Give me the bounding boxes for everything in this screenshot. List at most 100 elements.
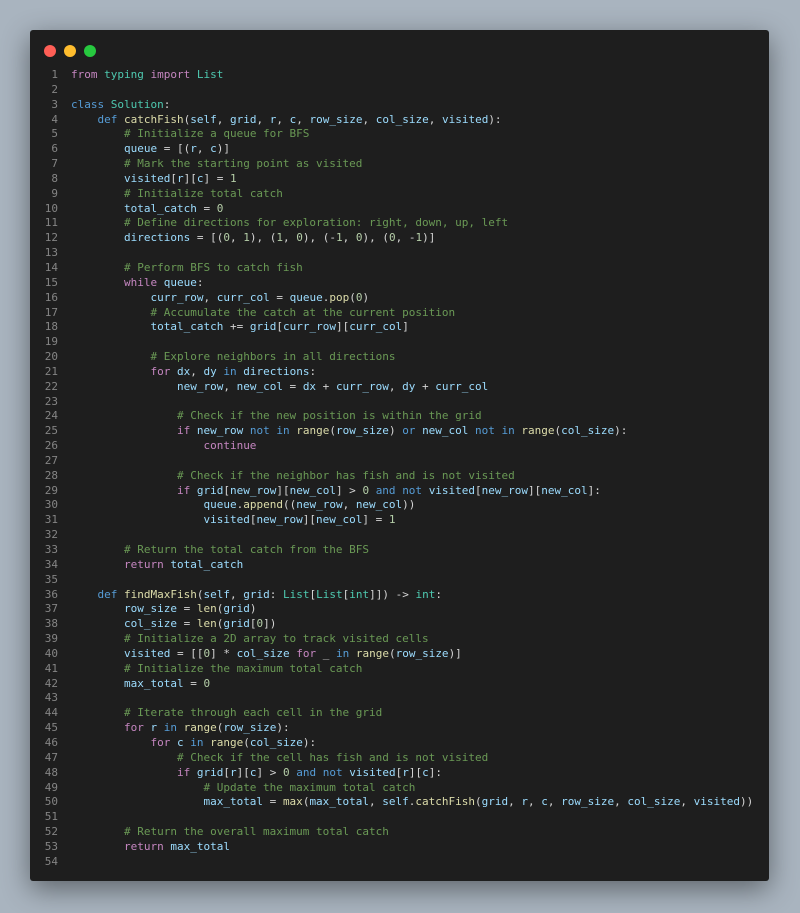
function-token: pop	[329, 290, 350, 304]
keyword-token: for	[150, 364, 171, 378]
punctuation-token	[71, 513, 203, 526]
punctuation-token: ):	[488, 112, 502, 126]
identifier-token: grid	[243, 587, 270, 601]
punctuation-token: ,	[528, 795, 542, 809]
line-number: 30	[44, 498, 58, 512]
line-source: # Update the maximum total catch	[71, 781, 415, 796]
line-source: col_size = len(grid[0])	[71, 617, 276, 632]
minimize-window-button[interactable]	[64, 45, 76, 57]
line-source: continue	[71, 439, 256, 454]
line-number: 3	[51, 97, 58, 111]
punctuation-token: :	[309, 364, 317, 378]
line-source: return total_catch	[71, 558, 243, 573]
identifier-token: new_col	[541, 483, 588, 497]
identifier-token: row_size	[395, 646, 449, 660]
comment-token: # Check if the neighbor has fish and is …	[176, 468, 515, 482]
code-editor[interactable]: 1 from typing import List 2 3 class Solution…	[30, 68, 769, 870]
code-line: 20 # Explore neighbors in all directions	[30, 350, 769, 365]
punctuation-token	[369, 484, 376, 497]
close-window-button[interactable]	[44, 45, 56, 57]
line-number: 1	[51, 68, 58, 81]
identifier-token: queue	[289, 290, 323, 304]
punctuation-token: ])	[263, 617, 277, 631]
storage-token: def	[97, 112, 118, 126]
comment-token: # Initialize total catch	[123, 186, 283, 200]
line-number: 17	[44, 305, 58, 319]
punctuation-token: ][	[302, 513, 317, 527]
function-token: len	[196, 617, 217, 631]
identifier-token: new_row	[196, 424, 244, 438]
line-source: queue = [(r, c)]	[71, 142, 230, 157]
number-token: 0	[282, 765, 290, 779]
code-line: 11 # Define directions for exploration: …	[30, 216, 769, 231]
code-line: 1 from typing import List	[30, 68, 769, 83]
number-token: 1	[229, 171, 237, 185]
punctuation-token	[190, 766, 197, 779]
punctuation-token: +	[316, 379, 336, 393]
identifier-token: grid	[196, 765, 224, 779]
line-number: 13	[44, 246, 58, 260]
line-number: 11	[44, 216, 58, 230]
punctuation-token: ):	[614, 424, 628, 438]
identifier-token: directions	[123, 231, 191, 245]
code-line: 40 visited = [[0] * col_size for _ in ra…	[30, 647, 769, 662]
punctuation-token: ] >	[335, 483, 363, 497]
punctuation-token	[71, 127, 124, 140]
line-source: return max_total	[71, 840, 230, 855]
code-line: 28 # Check if the neighbor has fish and …	[30, 469, 769, 484]
line-number: 10	[44, 201, 58, 215]
line-source: visited = [[0] * col_size for _ in range…	[71, 647, 462, 662]
punctuation-token	[71, 439, 203, 452]
identifier-token: new_col	[355, 498, 403, 512]
line-source: # Initialize a 2D array to track visited…	[71, 632, 429, 647]
keyword-token: for	[150, 735, 171, 749]
code-line: 12 directions = [(0, 1), (1, 0), (-1, 0)…	[30, 231, 769, 246]
comment-token: # Initialize a 2D array to track visited…	[123, 632, 429, 646]
punctuation-token: ), (	[249, 231, 277, 245]
punctuation-token: [	[223, 483, 230, 497]
storage-token: in	[163, 721, 177, 735]
punctuation-token	[71, 736, 150, 749]
maximize-window-button[interactable]	[84, 45, 96, 57]
punctuation-token: ,	[216, 112, 230, 126]
identifier-token: new_col	[236, 379, 283, 393]
punctuation-token: ,	[342, 498, 356, 512]
identifier-token: new_row	[256, 513, 303, 527]
code-line: 41 # Initialize the maximum total catch	[30, 662, 769, 677]
punctuation-token	[177, 721, 184, 734]
punctuation-token	[316, 766, 323, 779]
line-number: 31	[44, 513, 58, 527]
punctuation-token: ,	[296, 112, 310, 126]
keyword-token: import	[150, 68, 191, 81]
function-token: range	[355, 646, 389, 660]
punctuation-token: [	[170, 171, 177, 185]
punctuation-token	[190, 424, 197, 437]
punctuation-token: :	[435, 587, 442, 601]
punctuation-token: ]:	[428, 765, 442, 779]
number-token: 0	[216, 201, 224, 215]
storage-token: not	[322, 765, 343, 779]
punctuation-token	[190, 484, 197, 497]
type-token: typing	[104, 68, 144, 81]
comment-token: # Update the maximum total catch	[203, 780, 416, 794]
line-source: # Accumulate the catch at the current po…	[71, 306, 455, 321]
line-number: 25	[44, 424, 58, 438]
storage-token: in	[501, 424, 515, 438]
line-source: # Return the total catch from the BFS	[71, 543, 369, 558]
punctuation-token: ,	[256, 112, 270, 126]
number-token: 1	[243, 231, 250, 245]
identifier-token: curr_col	[349, 320, 403, 334]
punctuation-token: =	[176, 617, 197, 631]
identifier-token: new_col	[422, 424, 469, 438]
punctuation-token: ]:	[587, 483, 601, 497]
identifier-token: c	[541, 795, 548, 809]
punctuation-token: )]	[216, 142, 230, 156]
punctuation-token	[170, 365, 177, 378]
comment-token: # Initialize the maximum total catch	[123, 661, 363, 675]
punctuation-token	[117, 588, 124, 601]
code-line: 13	[30, 246, 769, 261]
identifier-token: dx	[176, 364, 191, 378]
identifier-token: c	[422, 765, 429, 779]
line-source: visited[r][c] = 1	[71, 172, 237, 187]
code-line: 9 # Initialize total catch	[30, 187, 769, 202]
